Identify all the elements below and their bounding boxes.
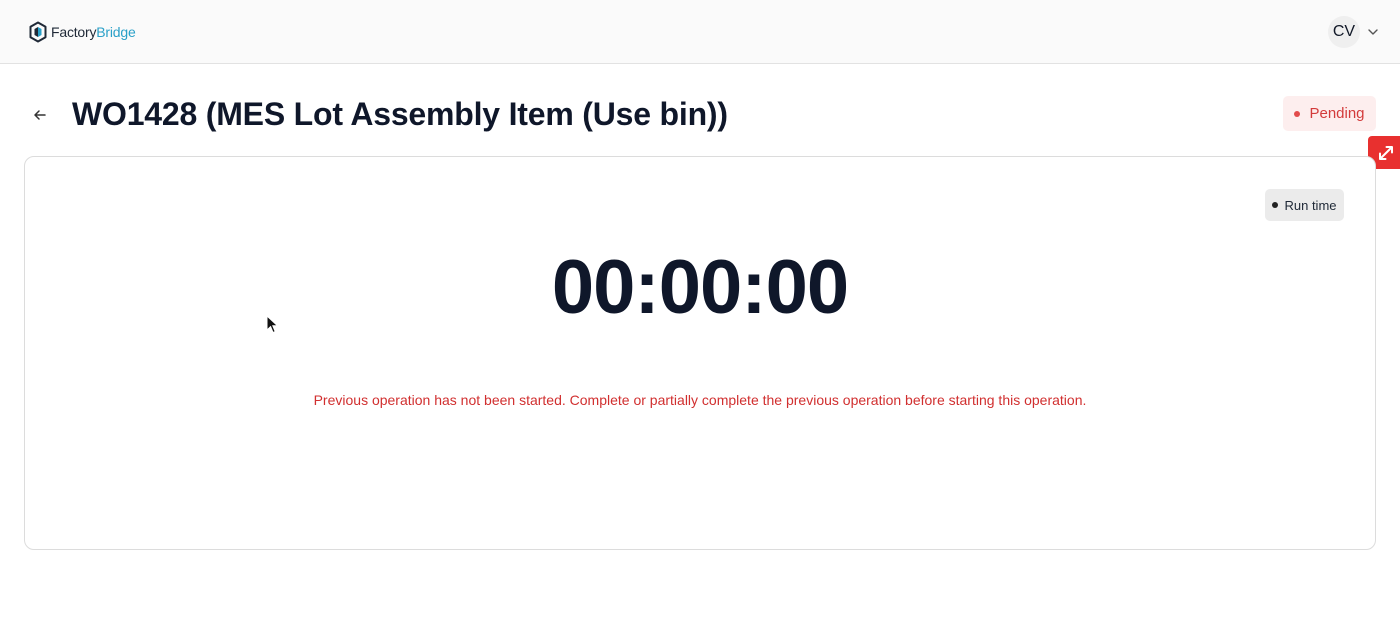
status-label: Pending xyxy=(1309,105,1365,122)
top-bar: FactoryBridge CV xyxy=(0,0,1400,64)
run-time-dot-icon xyxy=(1272,202,1279,208)
factorybridge-logo[interactable]: FactoryBridge xyxy=(28,20,136,44)
status-badge: Pending xyxy=(1283,96,1376,131)
arrow-left-icon xyxy=(34,110,46,120)
user-menu[interactable]: CV xyxy=(1328,16,1380,48)
avatar[interactable]: CV xyxy=(1328,16,1360,48)
chevron-down-icon[interactable] xyxy=(1366,25,1380,39)
factorybridge-logo-icon xyxy=(29,21,47,43)
logo-text-factory: Factory xyxy=(51,24,97,40)
expand-diagonal-icon xyxy=(1379,145,1393,160)
logo-text: FactoryBridge xyxy=(51,24,136,40)
timer-card: Run time 00:00:00 Previous operation has… xyxy=(24,156,1376,550)
warning-message: Previous operation has not been started.… xyxy=(313,392,1087,408)
timer-display: 00:00:00 xyxy=(551,245,849,330)
page-title: WO1428 (MES Lot Assembly Item (Use bin)) xyxy=(72,96,728,132)
run-time-chip[interactable]: Run time xyxy=(1265,189,1344,221)
back-button[interactable] xyxy=(28,103,52,127)
status-dot-icon xyxy=(1294,110,1301,117)
run-time-label: Run time xyxy=(1284,197,1337,213)
logo-text-bridge: Bridge xyxy=(96,24,136,40)
